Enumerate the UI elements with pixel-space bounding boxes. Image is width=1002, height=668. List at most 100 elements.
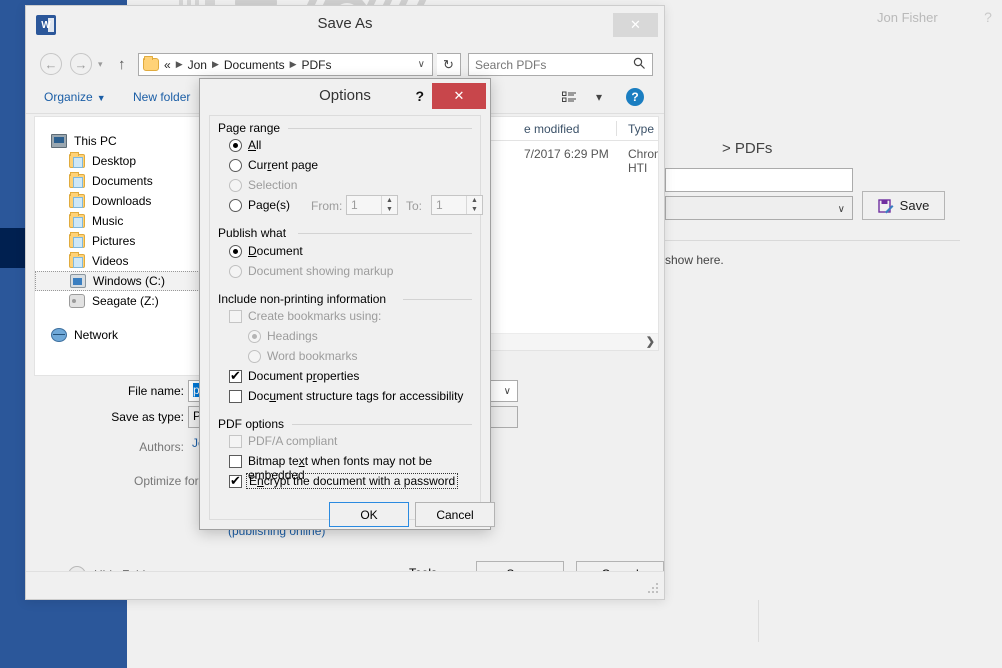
breadcrumb-separator: ▶ — [211, 59, 219, 69]
new-folder-button[interactable]: New folder — [133, 90, 190, 104]
tree-item-label: Desktop — [92, 154, 137, 168]
tree-item-documents[interactable]: Documents — [35, 171, 210, 191]
publish-document-label: Document — [248, 244, 303, 258]
organize-button[interactable]: Organize ▼ — [44, 90, 106, 104]
encrypt-password-checkbox[interactable] — [229, 473, 242, 489]
page-range-current-page-radio[interactable] — [229, 159, 242, 172]
bookmarks-headings-radio — [248, 330, 261, 343]
network-icon — [51, 328, 67, 342]
backstage-vertical-rule — [758, 600, 759, 642]
forward-icon[interactable]: → — [70, 53, 92, 75]
group-label-non-printing: Include non-printing information — [218, 292, 393, 306]
spinner-buttons[interactable]: ▲ ▼ — [381, 196, 397, 214]
page-range-pages-label: Page(s) — [248, 198, 290, 212]
page-range-from-value: 1 — [351, 198, 358, 212]
navigation-tree[interactable]: This PC Desktop Documents Downloads Musi… — [34, 116, 210, 376]
view-caret-icon[interactable]: ▾ — [596, 90, 602, 104]
encrypt-password-label: Encrypt the document with a password — [246, 473, 459, 489]
column-divider — [616, 121, 617, 136]
page-range-all-label: All — [248, 138, 261, 152]
chevron-down-icon[interactable]: ∨ — [504, 386, 511, 397]
page-range-from-input[interactable]: 1 ▲ ▼ — [346, 195, 398, 215]
group-separator — [298, 233, 472, 234]
options-cancel-button[interactable]: Cancel — [415, 502, 495, 527]
page-range-pages-radio[interactable] — [229, 199, 242, 212]
recent-locations-icon[interactable]: ▾ — [98, 59, 103, 70]
folder-icon — [69, 192, 85, 208]
address-bar[interactable]: « ▶ Jon ▶ Documents ▶ PDFs ∨ — [138, 53, 433, 76]
group-label-publish-what: Publish what — [218, 226, 293, 240]
search-input[interactable]: Search PDFs — [468, 53, 653, 76]
view-layout-icon[interactable] — [562, 91, 576, 105]
tree-item-label: Music — [92, 214, 124, 228]
publish-document-markup-radio — [229, 265, 242, 278]
publish-document-radio[interactable] — [229, 245, 242, 258]
ok-button[interactable]: OK — [329, 502, 409, 527]
cell-modified: 7/2017 6:29 PM — [524, 147, 609, 161]
page-range-all-radio[interactable] — [229, 139, 242, 152]
breadcrumb-documents[interactable]: Documents — [224, 58, 285, 72]
help-icon[interactable]: ? — [975, 8, 1001, 26]
options-close-button[interactable]: ✕ — [432, 83, 486, 109]
tree-item-videos[interactable]: Videos — [35, 251, 210, 271]
label-rest: ocument — [256, 244, 303, 258]
backstage-hint-text: show here. — [665, 253, 724, 267]
column-header-type[interactable]: Type — [628, 122, 654, 136]
label-part: operties — [316, 369, 360, 383]
tree-item-network[interactable]: Network — [35, 325, 210, 345]
breadcrumb-jon[interactable]: Jon — [188, 58, 207, 72]
document-properties-checkbox[interactable] — [229, 368, 242, 384]
tree-item-this-pc[interactable]: This PC — [35, 131, 210, 151]
create-bookmarks-label: Create bookmarks using: — [248, 309, 382, 323]
spinner-up-icon[interactable]: ▲ — [467, 196, 482, 205]
spinner-down-icon[interactable]: ▼ — [467, 205, 482, 214]
up-icon[interactable]: ↑ — [118, 56, 126, 73]
save-as-type-label: Save as type: — [111, 410, 184, 424]
chevron-down-icon[interactable]: ∨ — [418, 59, 428, 70]
help-icon[interactable]: ? — [626, 88, 644, 106]
tree-item-label: Seagate (Z:) — [92, 294, 159, 308]
bookmarks-word-bookmarks-label: Word bookmarks — [267, 349, 358, 363]
options-title-bar: Options ? ✕ — [200, 79, 490, 115]
save-as-close-button[interactable]: ✕ — [613, 13, 658, 37]
tree-item-downloads[interactable]: Downloads — [35, 191, 210, 211]
tree-item-label: Documents — [92, 174, 153, 188]
page-range-current-page-label: Current page — [248, 158, 318, 172]
spinner-buttons[interactable]: ▲ ▼ — [466, 196, 482, 214]
structure-tags-checkbox[interactable] — [229, 390, 242, 403]
tree-item-windows-c[interactable]: Windows (C:) — [35, 271, 210, 291]
backstage-filename-input[interactable] — [665, 168, 853, 192]
save-as-nav-bar: ← → ▾ ↑ « ▶ Jon ▶ Documents ▶ PDFs ∨ ↻ S… — [26, 44, 664, 82]
organize-label: Organize — [44, 90, 93, 104]
save-as-footer — [26, 571, 664, 599]
backstage-filetype-select[interactable]: ∨ — [665, 196, 853, 220]
group-separator — [292, 424, 472, 425]
chevron-down-icon: ∨ — [837, 204, 845, 215]
document-properties-label: Document properties — [248, 369, 359, 383]
label-part: Bitmap te — [248, 454, 299, 468]
tree-item-seagate-z[interactable]: Seagate (Z:) — [35, 291, 210, 311]
page-range-from-label: From: — [311, 199, 343, 213]
column-header-modified[interactable]: e modified — [524, 122, 579, 136]
page-range-selection-radio — [229, 179, 242, 192]
label-rest: ll — [256, 138, 262, 152]
save-as-title: Save As — [317, 15, 373, 32]
tree-item-music[interactable]: Music — [35, 211, 210, 231]
bitmap-text-checkbox[interactable] — [229, 455, 242, 468]
breadcrumb-pdfs[interactable]: PDFs — [302, 58, 332, 72]
scroll-right-icon[interactable]: ❯ — [646, 334, 655, 350]
account-name[interactable]: Jon Fisher — [877, 10, 938, 25]
folder-icon — [69, 152, 85, 168]
label-part: e(s) — [269, 198, 291, 212]
help-icon[interactable]: ? — [415, 88, 424, 104]
spinner-down-icon[interactable]: ▼ — [382, 205, 397, 214]
refresh-icon[interactable]: ↻ — [437, 53, 461, 76]
tree-item-label: Pictures — [92, 234, 136, 248]
resize-grip-icon[interactable] — [648, 583, 658, 593]
spinner-up-icon[interactable]: ▲ — [382, 196, 397, 205]
backstage-save-button[interactable]: Save — [862, 191, 945, 220]
tree-item-pictures[interactable]: Pictures — [35, 231, 210, 251]
back-icon[interactable]: ← — [40, 53, 62, 75]
page-range-to-input[interactable]: 1 ▲ ▼ — [431, 195, 483, 215]
tree-item-desktop[interactable]: Desktop — [35, 151, 210, 171]
